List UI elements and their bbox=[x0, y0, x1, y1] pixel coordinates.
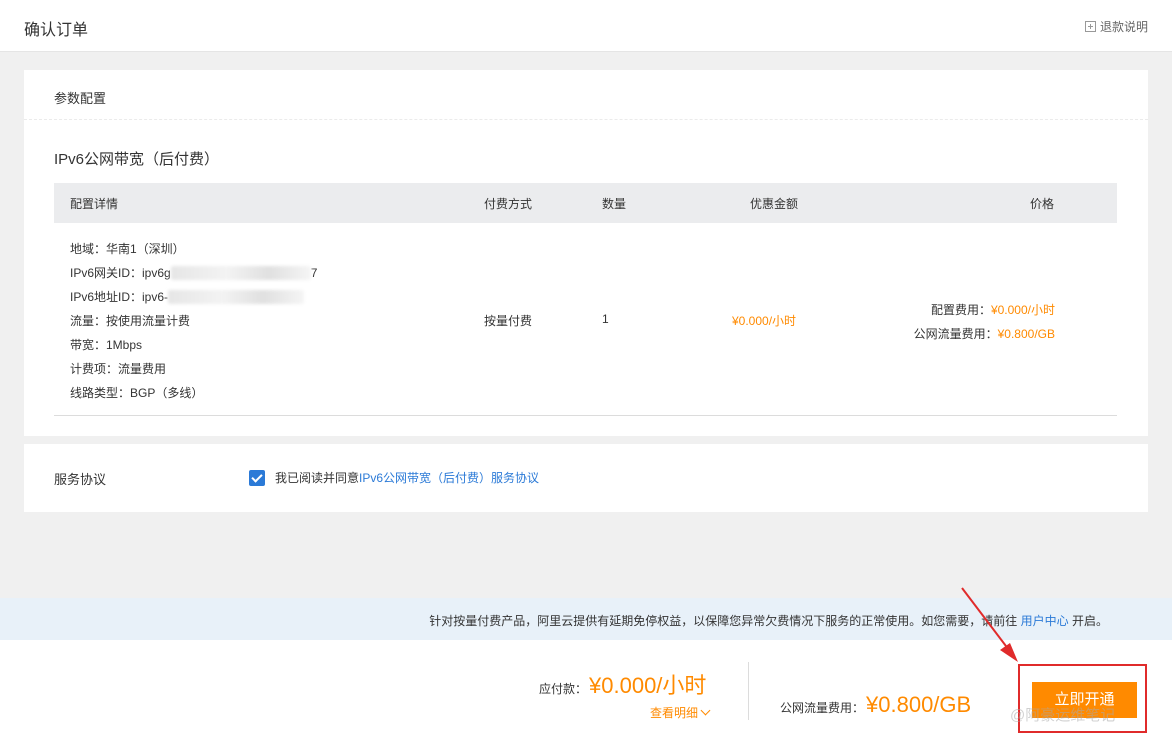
redacted-value bbox=[170, 266, 311, 280]
agree-checkbox[interactable] bbox=[249, 469, 265, 486]
quantity-value: 1 bbox=[602, 312, 609, 326]
product-name: IPv6公网带宽（后付费） bbox=[54, 151, 220, 168]
detail-region: 地域：华南1（深圳） bbox=[70, 242, 185, 256]
config-details: 地域：华南1（深圳） IPv6网关ID：ipv6g 7 IPv6地址ID：ipv… bbox=[70, 237, 317, 405]
refund-explanation-link[interactable]: 退款说明 bbox=[1084, 18, 1148, 35]
notice-body: 针对按量付费产品，阿里云提供有延期免停权益，以保障您异常欠费情况下服务的正常使用… bbox=[429, 614, 1018, 628]
notice-suffix: 开启。 bbox=[1071, 614, 1108, 628]
col-header-details: 配置详情 bbox=[70, 197, 119, 211]
agreement-row: 我已阅读并同意 IPv6公网带宽（后付费）服务协议 bbox=[249, 469, 539, 486]
gateway-id-text: IPv6网关ID：ipv6g bbox=[70, 266, 171, 280]
watermark: @阿豪运维笔记 bbox=[1010, 707, 1116, 724]
user-center-link[interactable]: 用户中心 bbox=[1021, 614, 1069, 628]
traffic-fee-summary-value: ¥0.800/GB bbox=[866, 692, 972, 717]
divider bbox=[748, 662, 749, 720]
detail-address-id: IPv6地址ID：ipv6- bbox=[70, 285, 317, 309]
view-details-link[interactable]: 查看明细 bbox=[650, 704, 711, 721]
section-title: 参数配置 bbox=[54, 91, 107, 106]
col-header-quantity: 数量 bbox=[602, 197, 627, 211]
col-header-price: 价格 bbox=[1030, 197, 1055, 211]
detail-traffic: 流量：按使用流量计费 bbox=[70, 314, 191, 328]
payment-method: 按量付费 bbox=[484, 314, 533, 328]
order-table: 配置详情 付费方式 数量 优惠金额 价格 地域：华南1（深圳） IPv6网关ID… bbox=[54, 183, 1117, 416]
notice-text: 针对按量付费产品，阿里云提供有延期免停权益，以保障您异常欠费情况下服务的正常使用… bbox=[429, 612, 1108, 629]
traffic-fee-summary: 公网流量费用： ¥0.800/GB bbox=[780, 692, 971, 718]
traffic-fee-row: 公网流量费用：¥0.800/GB bbox=[914, 322, 1055, 346]
redacted-value bbox=[168, 290, 305, 304]
amount-due-value: ¥0.000/小时 bbox=[589, 673, 707, 698]
config-card: 参数配置 IPv6公网带宽（后付费） 配置详情 付费方式 数量 优惠金额 价格 … bbox=[24, 70, 1148, 436]
price-details: 配置费用：¥0.000/小时 公网流量费用：¥0.800/GB bbox=[914, 298, 1055, 346]
expand-icon bbox=[1084, 21, 1096, 32]
page-header: 确认订单 退款说明 bbox=[0, 0, 1172, 52]
table-header: 配置详情 付费方式 数量 优惠金额 价格 bbox=[54, 183, 1117, 223]
config-fee-value: ¥0.000/小时 bbox=[990, 303, 1055, 317]
chevron-down-icon bbox=[700, 705, 711, 716]
detail-gateway-id: IPv6网关ID：ipv6g 7 bbox=[70, 261, 317, 285]
col-header-discount: 优惠金额 bbox=[750, 197, 799, 211]
refund-link-label: 退款说明 bbox=[1099, 20, 1148, 34]
divider bbox=[24, 119, 1148, 120]
agreement-card: 服务协议 我已阅读并同意 IPv6公网带宽（后付费）服务协议 bbox=[24, 444, 1148, 512]
address-id-text: IPv6地址ID：ipv6- bbox=[70, 290, 169, 304]
view-details-label: 查看明细 bbox=[650, 706, 699, 720]
config-fee-row: 配置费用：¥0.000/小时 bbox=[914, 298, 1055, 322]
page-title: 确认订单 bbox=[24, 22, 89, 39]
discount-value: ¥0.000/小时 bbox=[732, 314, 797, 328]
gateway-id-suffix: 7 bbox=[310, 266, 318, 280]
amount-due-label: 应付款： bbox=[539, 682, 588, 696]
col-header-payment: 付费方式 bbox=[484, 197, 533, 211]
notice-bar: 针对按量付费产品，阿里云提供有延期免停权益，以保障您异常欠费情况下服务的正常使用… bbox=[0, 598, 1172, 640]
detail-billing-item: 计费项：流量费用 bbox=[70, 362, 167, 376]
table-row: 地域：华南1（深圳） IPv6网关ID：ipv6g 7 IPv6地址ID：ipv… bbox=[54, 223, 1117, 416]
traffic-fee-label: 公网流量费用： bbox=[913, 327, 998, 341]
traffic-fee-value: ¥0.800/GB bbox=[997, 327, 1055, 341]
agreement-link[interactable]: IPv6公网带宽（后付费）服务协议 bbox=[359, 469, 539, 486]
traffic-fee-summary-label: 公网流量费用： bbox=[780, 701, 865, 715]
agreement-label: 服务协议 bbox=[54, 472, 107, 487]
agreement-text: 我已阅读并同意 bbox=[275, 471, 360, 485]
amount-due: 应付款： ¥0.000/小时 bbox=[539, 668, 706, 700]
config-fee-label: 配置费用： bbox=[930, 303, 991, 317]
detail-line-type: 线路类型：BGP（多线） bbox=[70, 386, 204, 400]
checkout-footer: 应付款： ¥0.000/小时 查看明细 公网流量费用： ¥0.800/GB 立即… bbox=[0, 640, 1172, 743]
detail-bandwidth: 带宽：1Mbps bbox=[70, 338, 143, 352]
